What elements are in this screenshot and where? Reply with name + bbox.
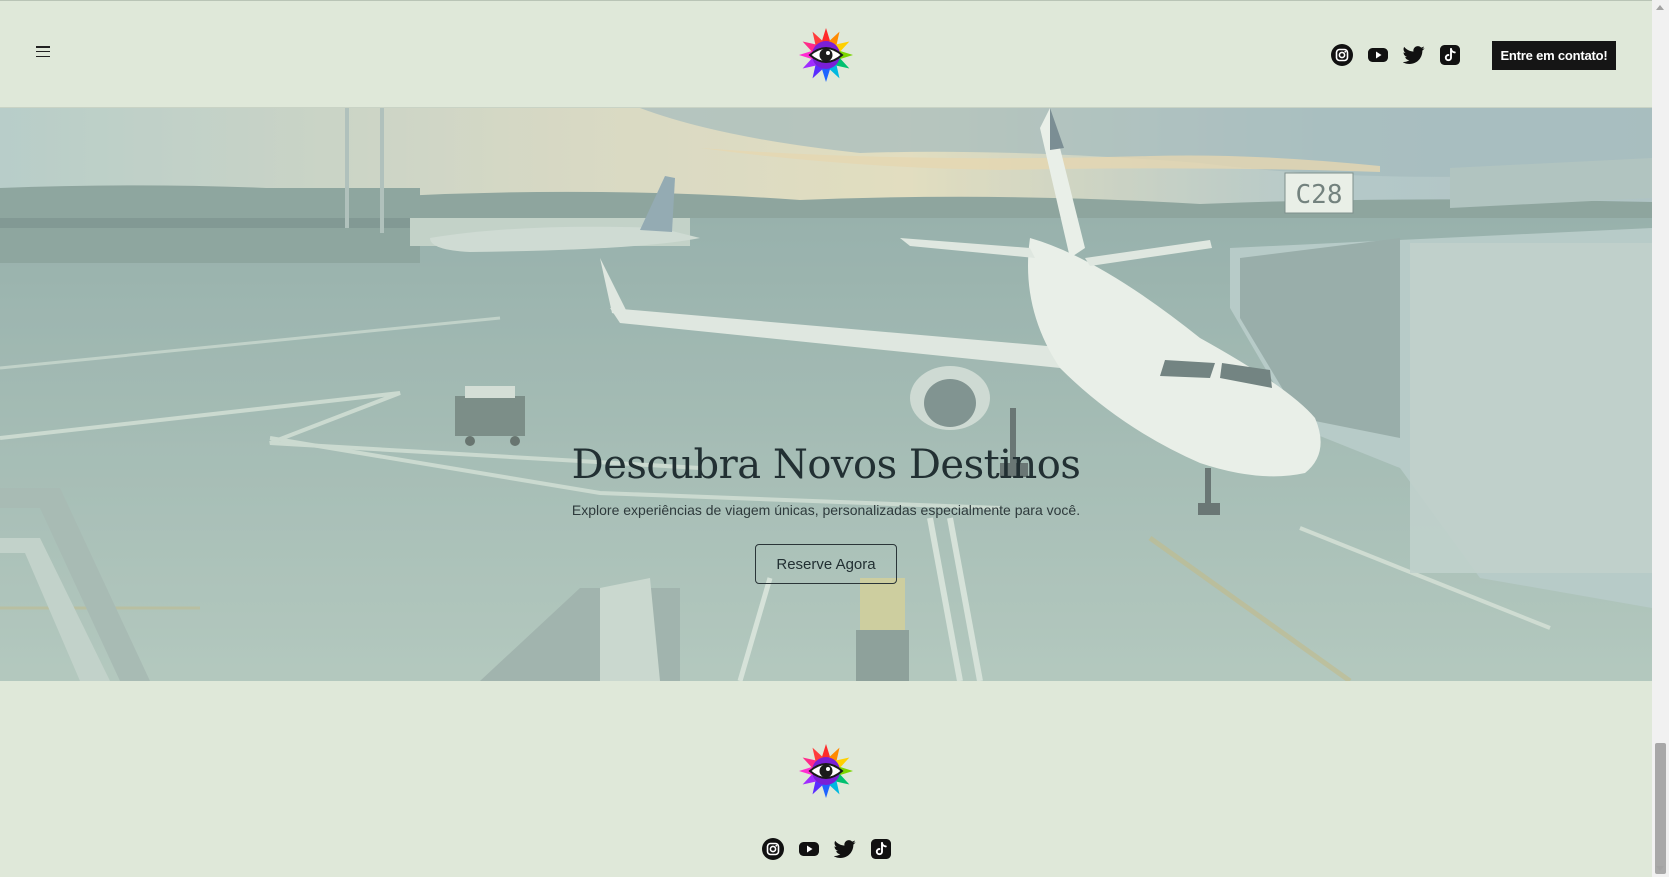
scroll-down-arrow-icon[interactable] bbox=[1656, 866, 1664, 871]
twitter-icon[interactable] bbox=[834, 838, 856, 860]
site-header: Entre em contato! bbox=[0, 0, 1652, 108]
tiktok-icon[interactable] bbox=[870, 838, 892, 860]
twitter-icon[interactable] bbox=[1403, 44, 1425, 66]
hero-section: C28 Descubra Novos Destinos Explore expe… bbox=[0, 108, 1652, 681]
youtube-icon[interactable] bbox=[1367, 44, 1389, 66]
rainbow-eye-logo[interactable] bbox=[799, 28, 853, 82]
youtube-icon[interactable] bbox=[798, 838, 820, 860]
airport-hero-image: C28 bbox=[0, 108, 1652, 681]
page: Entre em contato! C28 Descubra Novos Des… bbox=[0, 0, 1652, 877]
page-scrollbar[interactable] bbox=[1652, 0, 1669, 877]
rainbow-eye-logo[interactable] bbox=[799, 744, 853, 798]
instagram-icon[interactable] bbox=[1331, 44, 1353, 66]
footer-social-links bbox=[762, 838, 892, 860]
hamburger-menu-icon[interactable] bbox=[36, 46, 50, 58]
contact-button[interactable]: Entre em contato! bbox=[1492, 41, 1616, 70]
tiktok-icon[interactable] bbox=[1439, 44, 1461, 66]
instagram-icon[interactable] bbox=[762, 838, 784, 860]
reserve-now-button[interactable]: Reserve Agora bbox=[755, 544, 897, 584]
hero-subtitle: Explore experiências de viagem únicas, p… bbox=[571, 502, 1081, 518]
scroll-up-arrow-icon[interactable] bbox=[1656, 5, 1664, 10]
hero-title: Descubra Novos Destinos bbox=[571, 442, 1081, 488]
scrollbar-thumb[interactable] bbox=[1655, 743, 1666, 874]
header-social-links bbox=[1331, 44, 1461, 66]
